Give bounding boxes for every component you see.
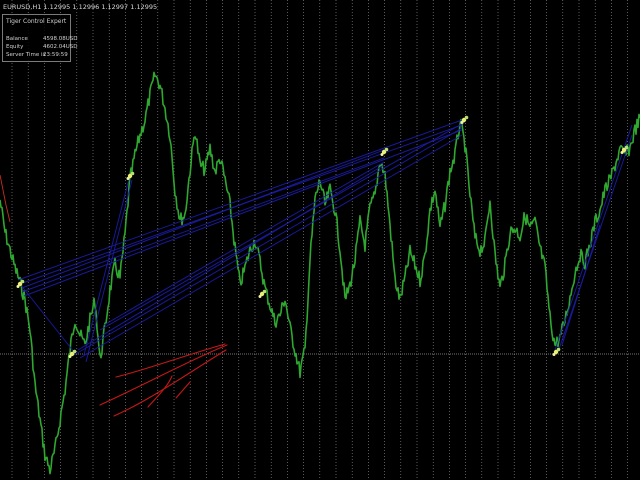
trend-line [17, 119, 463, 281]
signal-marker [460, 121, 464, 124]
price-chart[interactable] [0, 0, 640, 480]
balance-value: 4598.08USD [43, 36, 78, 42]
signal-marker [72, 349, 77, 354]
signal-marker [258, 295, 262, 298]
trend-line [557, 134, 633, 353]
signal-marker [68, 355, 72, 358]
chart-area[interactable] [0, 0, 640, 480]
equity-label: Equity [6, 44, 24, 50]
signal-marker [384, 147, 389, 152]
equity-value: 4602.04USD [43, 44, 78, 50]
signal-marker [262, 289, 267, 294]
hand-drawn-arrow-stroke [113, 349, 227, 417]
signal-marker [552, 353, 556, 356]
server-time-label: Server Time is [6, 52, 46, 58]
signal-marker [20, 279, 25, 284]
hand-drawn-arrow-stroke [175, 381, 191, 399]
hand-drawn-arrow-stroke [99, 344, 228, 406]
signal-marker [556, 347, 561, 352]
signal-marker [126, 177, 130, 180]
chart-symbol-title: EURUSD,H1 1.12995 1.12996 1.12997 1.1299… [3, 3, 158, 11]
trend-line [561, 224, 601, 346]
expert-title: Tiger Control Expert [6, 18, 67, 25]
signal-marker [464, 115, 469, 120]
expert-info-panel: Tiger Control Expert Balance 4598.08USD … [2, 14, 78, 62]
trend-line [83, 174, 131, 356]
price-line-start-segment [0, 174, 11, 223]
trend-line [554, 124, 633, 351]
signal-marker [380, 153, 384, 156]
balance-label: Balance [6, 36, 28, 42]
signal-marker [620, 151, 624, 154]
trend-line [77, 164, 385, 351]
signal-marker [130, 171, 135, 176]
trend-line [103, 161, 385, 326]
signal-marker [16, 285, 20, 288]
signal-marker [624, 145, 629, 150]
server-time-value: 23:59:59 [43, 52, 68, 58]
trend-line [21, 157, 385, 293]
trend-line [99, 121, 466, 331]
